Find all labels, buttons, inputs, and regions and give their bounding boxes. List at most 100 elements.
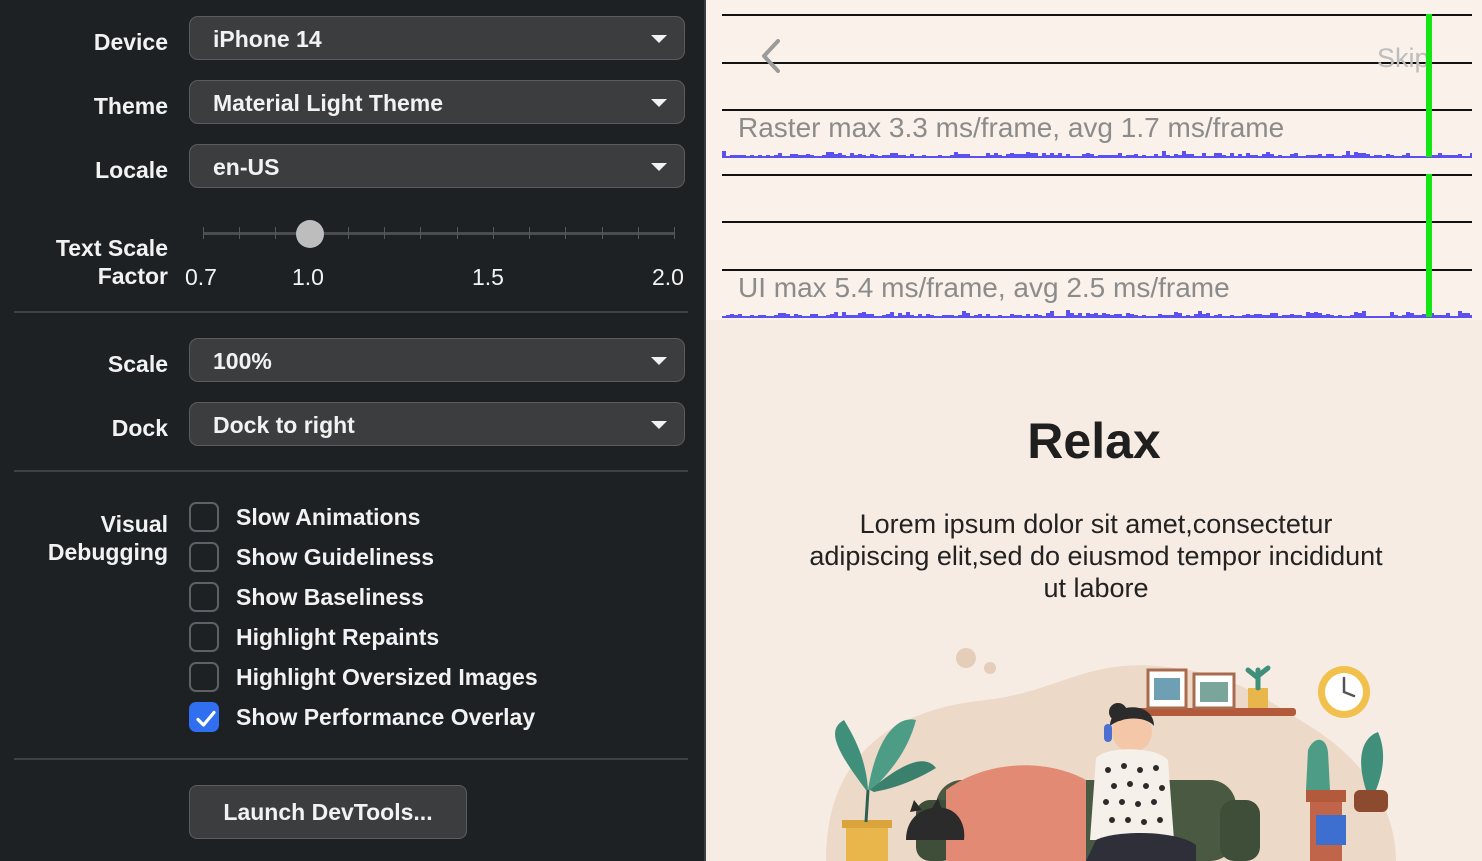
frame-bar <box>1058 153 1062 158</box>
show-performance-overlay-checkbox[interactable] <box>189 702 219 732</box>
frame-bar <box>1014 315 1018 318</box>
text-scale-slider[interactable] <box>203 232 675 235</box>
frame-bar <box>770 156 774 158</box>
theme-select[interactable]: Material Light Theme <box>189 80 685 124</box>
frame-bar <box>1010 153 1014 158</box>
frame-bar <box>1018 315 1022 318</box>
frame-bar <box>938 155 942 158</box>
text-scale-label-factor: Factor <box>97 263 168 289</box>
slow-animations-label[interactable]: Slow Animations <box>236 504 420 531</box>
locale-select[interactable]: en-US <box>189 144 685 188</box>
frame-bar <box>1162 315 1166 318</box>
chevron-down-icon <box>651 163 667 171</box>
frame-bar <box>794 154 798 158</box>
frame-bar <box>1414 315 1418 318</box>
frame-bar <box>954 152 958 158</box>
frame-bar <box>1350 155 1354 158</box>
chevron-left-icon[interactable] <box>758 38 788 78</box>
frame-bar <box>810 155 814 158</box>
highlight-repaints-checkbox[interactable] <box>189 622 219 652</box>
frame-bar <box>966 154 970 158</box>
frame-bar <box>1106 155 1110 158</box>
frame-bar <box>1306 155 1310 158</box>
frame-bar <box>1466 313 1470 318</box>
frame-bar <box>1278 155 1282 158</box>
frame-bar <box>1002 156 1006 158</box>
highlight-repaints-label[interactable]: Highlight Repaints <box>236 624 439 651</box>
frame-bar <box>830 152 834 158</box>
launch-devtools-button[interactable]: Launch DevTools... <box>189 785 467 839</box>
show-guideliness-checkbox[interactable] <box>189 542 219 572</box>
highlight-oversized-images-checkbox[interactable] <box>189 662 219 692</box>
frame-bar <box>1442 155 1446 158</box>
frame-bar <box>1142 315 1146 318</box>
show-baseliness-label[interactable]: Show Baseliness <box>236 584 424 611</box>
frame-bar <box>982 156 986 158</box>
frame-bar <box>1258 156 1262 158</box>
chevron-down-icon <box>651 357 667 365</box>
frame-bar <box>934 156 938 158</box>
frame-bar <box>1210 156 1214 158</box>
scale-value: 100% <box>213 348 272 374</box>
frame-bar <box>1034 153 1038 158</box>
frame-bar <box>1310 313 1314 318</box>
frame-bar <box>786 314 790 318</box>
frame-bar <box>898 313 902 318</box>
frame-bar <box>750 315 754 318</box>
highlight-oversized-images-label[interactable]: Highlight Oversized Images <box>236 664 538 691</box>
frame-bar <box>1338 156 1342 158</box>
frame-bar <box>1382 316 1386 318</box>
frame-bar <box>1386 316 1390 318</box>
frame-bar <box>798 315 802 318</box>
frame-bar <box>1466 156 1470 158</box>
skip-button[interactable]: Skip <box>1377 43 1430 74</box>
frame-bar <box>1382 156 1386 158</box>
frame-bar <box>1362 153 1366 158</box>
frame-bar <box>1054 316 1058 318</box>
frame-bar <box>874 155 878 158</box>
frame-bar <box>1434 155 1438 158</box>
text-scale-slider-thumb[interactable] <box>296 220 324 248</box>
dock-select[interactable]: Dock to right <box>189 402 685 446</box>
frame-bar <box>726 156 730 158</box>
frame-bar <box>746 156 750 158</box>
frame-bar <box>1322 156 1326 158</box>
frame-bar <box>806 154 810 158</box>
frame-bar <box>1350 315 1354 318</box>
frame-bar <box>946 156 950 158</box>
frame-bar <box>1338 315 1342 318</box>
text-scale-tick-label: 1.5 <box>472 264 504 290</box>
frame-bar <box>990 316 994 318</box>
show-baseliness-checkbox[interactable] <box>189 582 219 612</box>
frame-bar <box>1330 315 1334 318</box>
device-select[interactable]: iPhone 14 <box>189 16 685 60</box>
frame-bar <box>1082 154 1086 158</box>
frame-bar <box>866 314 870 318</box>
frame-bar <box>726 315 730 318</box>
show-guideliness-label[interactable]: Show Guideliness <box>236 544 434 571</box>
frame-bar <box>1254 314 1258 318</box>
frame-bar <box>814 314 818 318</box>
frame-bar <box>1406 153 1410 158</box>
scale-select[interactable]: 100% <box>189 338 685 382</box>
frame-bar <box>1114 155 1118 158</box>
frame-bar <box>1046 155 1050 158</box>
frame-bar <box>1318 313 1322 318</box>
frame-bar <box>810 314 814 318</box>
frame-bar <box>1282 315 1286 318</box>
frame-bar <box>1462 313 1466 318</box>
show-performance-overlay-label[interactable]: Show Performance Overlay <box>236 704 535 731</box>
frame-bar <box>1042 153 1046 158</box>
frame-bar <box>822 316 826 318</box>
frame-bar <box>1050 153 1054 158</box>
frame-bar <box>926 156 930 158</box>
frame-bar <box>1446 155 1450 158</box>
frame-bar <box>1170 156 1174 158</box>
text-scale-tick-label: 0.7 <box>185 264 217 290</box>
slow-animations-checkbox[interactable] <box>189 502 219 532</box>
frame-bar <box>1378 155 1382 158</box>
person-relaxing-on-sofa-illustration <box>826 648 1396 861</box>
frame-bar <box>1258 314 1262 318</box>
frame-bar <box>1118 314 1122 318</box>
frame-bar <box>766 155 770 158</box>
